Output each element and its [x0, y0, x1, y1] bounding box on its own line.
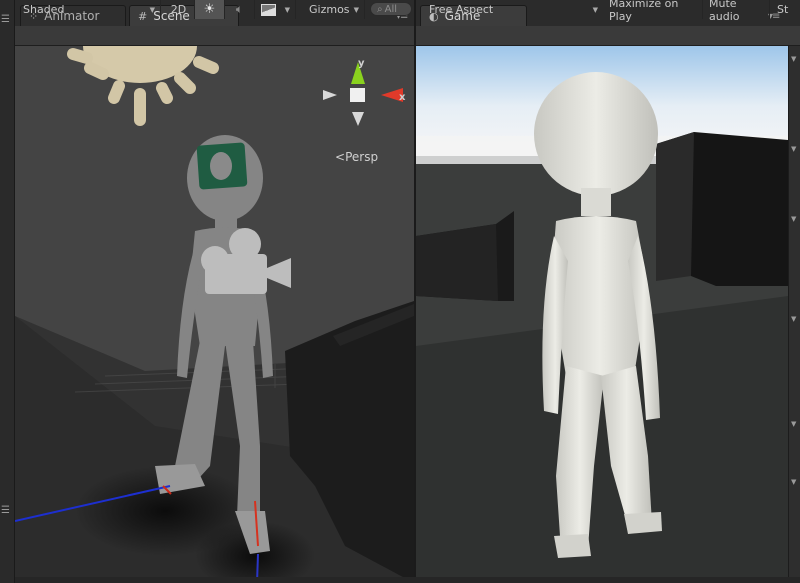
- mute-audio-toggle[interactable]: Mute audio: [704, 0, 770, 23]
- aspect-label: Free Aspect: [429, 3, 494, 16]
- bottom-status-strip: [15, 577, 800, 583]
- left-edge-panel: [0, 0, 15, 583]
- stats-label: St: [777, 3, 789, 16]
- game-view: [416, 46, 788, 583]
- chevron-down-icon: ▼: [592, 5, 598, 14]
- game-toolbar: [416, 26, 800, 46]
- search-icon: ⌕: [377, 3, 383, 15]
- aspect-dropdown[interactable]: Free Aspect ▼: [424, 0, 603, 19]
- maximize-on-play-toggle[interactable]: Maximize on Play: [604, 0, 703, 23]
- mute-audio-label: Mute audio: [709, 0, 740, 23]
- scroll-marker-icon: ▼: [791, 315, 797, 323]
- chevron-down-icon: ▼: [284, 5, 290, 14]
- projection-toggle[interactable]: <Persp: [335, 150, 378, 164]
- sun-icon: ☀: [203, 2, 216, 17]
- scene-search-input[interactable]: ⌕ All: [370, 2, 412, 16]
- stats-toggle[interactable]: St: [772, 0, 800, 19]
- gizmo-center-cube: [350, 88, 365, 102]
- gizmos-label: Gizmos: [309, 3, 350, 16]
- chevron-down-icon: ▼: [353, 5, 359, 14]
- search-placeholder: All: [384, 3, 398, 15]
- scroll-marker-icon: ▼: [791, 215, 797, 223]
- draw-mode-dropdown[interactable]: Shaded ▼: [18, 0, 161, 19]
- 2d-label: 2D: [170, 3, 187, 16]
- gizmo-axis-y-label: y: [358, 58, 365, 69]
- projection-label: Persp: [345, 150, 379, 164]
- game-viewport: [416, 46, 788, 583]
- left-panel-lower-menu-icon[interactable]: ☰: [1, 505, 10, 516]
- scene-view[interactable]: y x <Persp: [15, 46, 414, 583]
- gizmos-dropdown[interactable]: Gizmos ▼: [304, 0, 365, 19]
- scene-toolbar: [15, 26, 414, 46]
- left-panel-menu-icon[interactable]: ☰: [1, 14, 10, 25]
- perspective-icon: <: [335, 150, 346, 164]
- maximize-on-play-label: Maximize on Play: [609, 0, 679, 23]
- scroll-marker-icon: ▼: [791, 145, 797, 153]
- draw-mode-label: Shaded: [23, 3, 65, 16]
- lighting-toggle-button[interactable]: ☀: [195, 0, 225, 19]
- effects-dropdown[interactable]: ▼: [256, 0, 296, 19]
- scene-viewport: [15, 46, 414, 583]
- chevron-down-icon: ▼: [149, 5, 155, 14]
- gizmo-axis-x-label: x: [399, 92, 406, 103]
- audio-toggle-button[interactable]: 🔈︎: [225, 0, 255, 19]
- 2d-toggle-button[interactable]: 2D: [163, 0, 195, 19]
- image-icon: [261, 3, 276, 16]
- scroll-marker-icon: ▼: [791, 420, 797, 428]
- scroll-marker-icon: ▼: [791, 55, 797, 63]
- scroll-marker-icon: ▼: [791, 478, 797, 486]
- speaker-icon: 🔈︎: [235, 2, 244, 16]
